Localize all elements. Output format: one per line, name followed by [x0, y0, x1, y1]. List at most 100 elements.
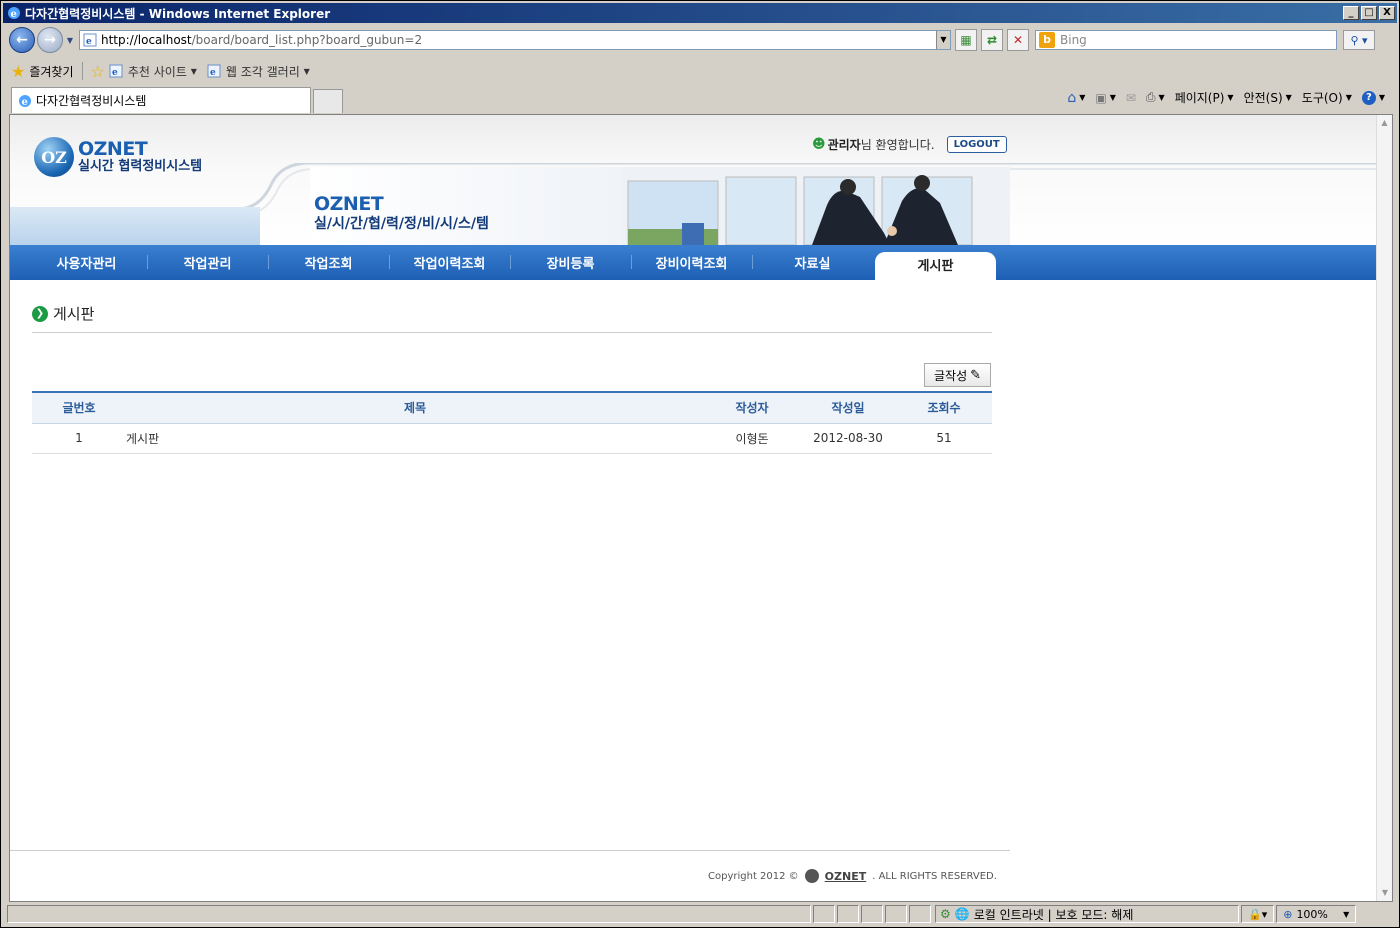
maximize-button[interactable]: □	[1361, 6, 1377, 20]
security-zone[interactable]: ⚙ 🌐 로컬 인트라넷 | 보호 모드: 해제	[935, 905, 1239, 923]
tab-title: 다자간협력정비시스템	[36, 94, 147, 108]
menu-equipment-register[interactable]: 장비등록	[510, 253, 631, 272]
address-bar[interactable]: e http://localhost/board/board_list.php?…	[79, 30, 951, 50]
menu-archive[interactable]: 자료실	[752, 253, 873, 272]
col-header-date: 작성일	[800, 391, 896, 424]
address-url: http://localhost/board/board_list.php?bo…	[101, 33, 423, 47]
site-logo[interactable]: OZ OZNET 실시간 협력정비시스템	[34, 137, 202, 177]
tab-active[interactable]: e 다자간협력정비시스템	[11, 87, 311, 113]
new-tab-button[interactable]	[313, 89, 343, 113]
help-icon: ?	[1361, 90, 1376, 105]
cell-hits: 51	[896, 423, 992, 454]
history-dropdown-icon[interactable]: ▼	[65, 36, 75, 45]
page-menu[interactable]: 페이지(P) ▼	[1175, 89, 1234, 106]
status-cell	[837, 905, 859, 923]
close-window-button[interactable]: X	[1379, 6, 1395, 20]
printer-icon: ⎙	[1145, 90, 1156, 104]
board-table: 글번호 제목 작성자 작성일 조회수 1 게시판 이형돈 2012-08-30 …	[32, 391, 992, 454]
zoom-control[interactable]: ⊕ 100% ▼	[1276, 905, 1357, 923]
favorites-button[interactable]: 즐겨찾기	[29, 63, 73, 80]
search-icon: ⚲ ▾	[1350, 33, 1368, 47]
title-bullet-icon: ❯	[32, 305, 48, 322]
favorites-bar: ★ 즐겨찾기 ☆ e 추천 사이트 ▼ e 웹 조각 갤러리 ▼	[3, 59, 1397, 83]
search-placeholder: Bing	[1060, 33, 1087, 47]
home-button[interactable]: ⌂ ▼	[1067, 90, 1085, 106]
refresh-icon: ⇄	[986, 33, 998, 47]
write-post-button[interactable]: 글작성 ✎	[924, 363, 991, 387]
help-button[interactable]: ? ▼	[1361, 90, 1385, 105]
site-header: OZ OZNET 실시간 협력정비시스템 OZNET 실/시/간/협/력/정/비…	[10, 115, 1376, 245]
sky-decoration	[10, 207, 260, 245]
user-icon: ☻	[812, 137, 826, 152]
table-header-row: 글번호 제목 작성자 작성일 조회수	[32, 391, 992, 424]
menu-equipment-history[interactable]: 장비이력조회	[631, 253, 752, 272]
logo-brand: OZNET	[78, 138, 148, 161]
status-cell	[885, 905, 907, 923]
rights-text: . ALL RIGHTS RESERVED.	[872, 870, 997, 882]
search-button[interactable]: ⚲ ▾	[1343, 30, 1375, 50]
menu-work-history[interactable]: 작업이력조회	[389, 253, 510, 272]
zone-text: 로컬 인트라넷 | 보호 모드: 해제	[973, 907, 1134, 922]
mail-icon: ✉	[1125, 90, 1136, 105]
mail-button[interactable]: ✉	[1126, 91, 1136, 105]
back-button[interactable]: ←	[9, 27, 35, 53]
cell-no: 1	[32, 423, 126, 454]
page-viewport: OZ OZNET 실시간 협력정비시스템 OZNET 실/시/간/협/력/정/비…	[9, 114, 1393, 902]
refresh-button[interactable]: ⇄	[981, 29, 1003, 51]
banner-subtitle: 실/시/간/협/력/정/비/시/스/템	[314, 216, 489, 232]
browser-window: e 다자간협력정비시스템 - Windows Internet Explorer…	[0, 0, 1400, 928]
ie-icon: e	[19, 94, 31, 108]
minimize-button[interactable]: _	[1343, 6, 1359, 20]
svg-text:e: e	[86, 37, 92, 47]
welcome-message: ☻ 관리자 님 환영합니다. LOGOUT	[812, 136, 1007, 153]
ie-icon: e	[8, 7, 20, 20]
ie-page-icon: e	[207, 64, 221, 78]
menu-user-management[interactable]: 사용자관리	[26, 253, 147, 272]
logo-subtitle: 실시간 협력정비시스템	[78, 159, 203, 175]
forward-button[interactable]: →	[37, 27, 63, 53]
vertical-scrollbar[interactable]: ▲ ▼	[1376, 115, 1392, 901]
address-dropdown-icon[interactable]: ▼	[936, 31, 950, 49]
favorites-star-icon: ★	[11, 61, 26, 81]
fav-suggested-sites[interactable]: e 추천 사이트 ▼	[109, 63, 197, 80]
banner-photo	[622, 167, 1010, 245]
footer-brand: OZNET	[824, 869, 867, 883]
rss-icon: ▣	[1095, 90, 1107, 105]
home-icon: ⌂	[1067, 89, 1077, 106]
logout-button[interactable]: LOGOUT	[946, 136, 1007, 153]
title-divider	[32, 332, 992, 333]
tools-menu[interactable]: 도구(O) ▼	[1302, 89, 1352, 106]
status-cell	[909, 905, 931, 923]
search-box[interactable]: b Bing	[1035, 30, 1337, 50]
menu-work-search[interactable]: 작업조회	[268, 253, 389, 272]
banner-brand: OZNET	[314, 193, 384, 215]
favorites-separator	[81, 62, 83, 80]
post-title-link[interactable]: 게시판	[126, 423, 704, 454]
print-button[interactable]: ⎙ ▼	[1146, 90, 1165, 105]
menu-work-management[interactable]: 작업관리	[147, 253, 268, 272]
page-icon: e	[83, 33, 97, 47]
feeds-button[interactable]: ▣ ▼	[1095, 91, 1116, 105]
pencil-icon: ✎	[970, 367, 982, 383]
fav-web-slice-gallery[interactable]: e 웹 조각 갤러리 ▼	[207, 63, 310, 80]
window-title: 다자간협력정비시스템 - Windows Internet Explorer	[25, 6, 331, 21]
stop-button[interactable]: ✕	[1007, 29, 1029, 51]
zoom-level: 100%	[1296, 907, 1328, 921]
add-favorite-icon[interactable]: ☆	[91, 62, 105, 81]
svg-text:e: e	[112, 68, 118, 78]
scroll-down-icon[interactable]: ▼	[1377, 885, 1392, 901]
title-bar: e 다자간협력정비시스템 - Windows Internet Explorer…	[3, 3, 1397, 23]
ie-page-icon: e	[109, 64, 123, 78]
back-arrow-icon: ←	[16, 32, 28, 48]
page-title-text: 게시판	[53, 305, 95, 323]
menu-board[interactable]: 게시판	[875, 251, 996, 282]
safety-menu[interactable]: 안전(S) ▼	[1244, 89, 1292, 106]
protected-mode-button[interactable]: 🔒▾	[1241, 905, 1275, 923]
cell-writer: 이형돈	[704, 423, 800, 454]
compatibility-view-button[interactable]: ▦	[955, 29, 977, 51]
table-row[interactable]: 1 게시판 이형돈 2012-08-30 51	[32, 423, 992, 454]
svg-text:e: e	[22, 97, 28, 108]
scroll-up-icon[interactable]: ▲	[1377, 115, 1392, 131]
col-header-title: 제목	[126, 391, 704, 424]
col-header-no: 글번호	[32, 391, 126, 424]
